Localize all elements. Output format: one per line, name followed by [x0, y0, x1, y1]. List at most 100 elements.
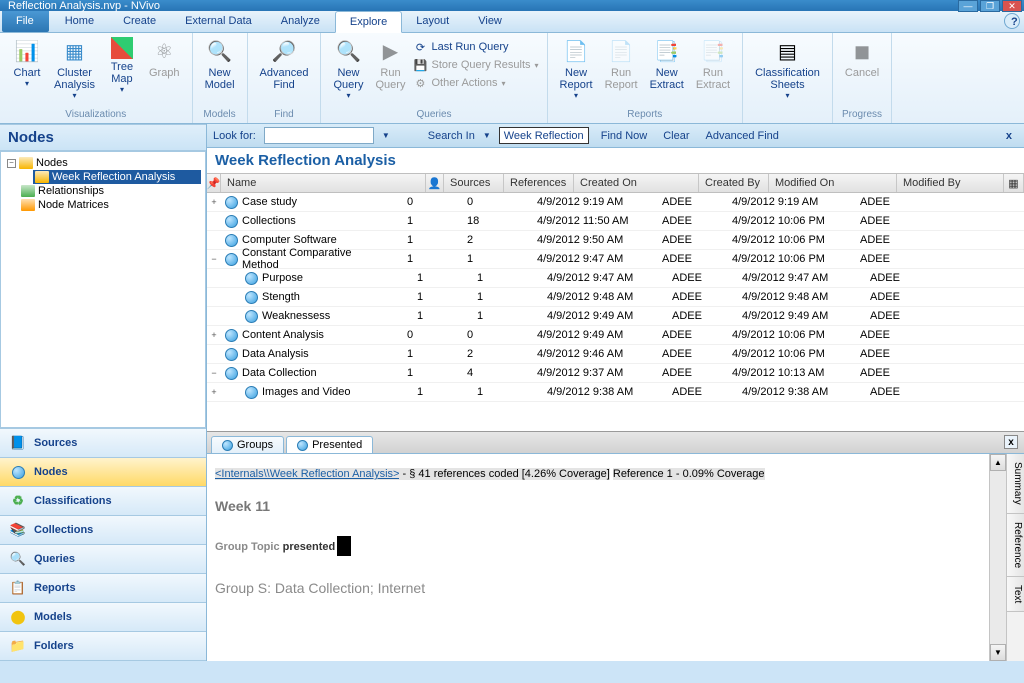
- classification-sheets-button[interactable]: ▤Classification Sheets▾: [749, 35, 826, 102]
- col-references[interactable]: References: [504, 174, 574, 192]
- tab-file[interactable]: File: [2, 11, 49, 32]
- sidetab-reference[interactable]: Reference: [1007, 514, 1024, 577]
- scroll-up-icon[interactable]: ▲: [990, 454, 1006, 471]
- minimize-button[interactable]: —: [958, 0, 978, 12]
- cluster-analysis-button[interactable]: ▦Cluster Analysis▾: [48, 35, 101, 102]
- run-report-button[interactable]: 📄Run Report: [599, 35, 644, 93]
- table-row[interactable]: +Content Analysis004/9/2012 9:49 AMADEE4…: [207, 326, 1024, 345]
- expand-icon[interactable]: −: [207, 254, 221, 264]
- col-sources[interactable]: Sources: [444, 174, 504, 192]
- cancel-button[interactable]: ◼Cancel: [839, 35, 885, 81]
- tab-analyze[interactable]: Analyze: [267, 11, 335, 32]
- new-query-button[interactable]: 🔍New Query▾: [327, 35, 369, 102]
- col-modifiedby[interactable]: Modified By: [897, 174, 1004, 192]
- table-row[interactable]: +Case study004/9/2012 9:19 AMADEE4/9/201…: [207, 193, 1024, 212]
- nav-folders[interactable]: 📁Folders: [0, 632, 206, 661]
- nav-reports[interactable]: 📋Reports: [0, 574, 206, 603]
- row-name: Images and Video: [221, 386, 393, 399]
- last-run-query-button[interactable]: ⟳Last Run Query: [411, 39, 540, 55]
- close-button[interactable]: ✕: [1002, 0, 1022, 12]
- tab-create[interactable]: Create: [109, 11, 171, 32]
- chart-button[interactable]: 📊Chart▾: [6, 35, 48, 90]
- nav-classifications[interactable]: ♻Classifications: [0, 487, 206, 516]
- col-modifiedon[interactable]: Modified On: [769, 174, 897, 192]
- scrollbar[interactable]: ▲ ▼: [989, 454, 1006, 661]
- maximize-button[interactable]: ❐: [980, 0, 1000, 12]
- queries-icon: 🔍: [10, 551, 26, 567]
- expand-icon[interactable]: −: [207, 368, 221, 378]
- table-row[interactable]: Stength114/9/2012 9:48 AMADEE4/9/2012 9:…: [207, 288, 1024, 307]
- new-report-button[interactable]: 📄New Report▾: [554, 35, 599, 102]
- nav-nodes[interactable]: Nodes: [0, 458, 206, 487]
- sheets-icon: ▤: [773, 37, 801, 65]
- run-query-button[interactable]: ▶Run Query: [369, 35, 411, 93]
- run-extract-button[interactable]: 📑Run Extract: [690, 35, 736, 93]
- expand-icon[interactable]: +: [207, 387, 221, 397]
- treemap-icon: [111, 37, 133, 59]
- lookfor-input[interactable]: [264, 127, 374, 144]
- tree-nodes[interactable]: −Nodes: [5, 156, 201, 170]
- detail-body[interactable]: <Internals\\Week Reflection Analysis> - …: [207, 454, 989, 661]
- dropdown-icon[interactable]: ▼: [382, 131, 390, 140]
- dropdown-icon[interactable]: ▼: [483, 131, 491, 140]
- other-actions-button[interactable]: ⚙Other Actions ▾: [411, 75, 540, 91]
- table-row[interactable]: −Data Collection144/9/2012 9:37 AMADEE4/…: [207, 364, 1024, 383]
- left-panel: Nodes −Nodes Week Reflection Analysis Re…: [0, 124, 207, 661]
- col-icon[interactable]: 👤: [426, 174, 444, 192]
- row-name: Stength: [221, 291, 393, 304]
- folder-icon: [35, 171, 49, 183]
- scroll-down-icon[interactable]: ▼: [990, 644, 1006, 661]
- col-options[interactable]: ▦: [1004, 174, 1024, 192]
- nav-sources[interactable]: 📘Sources: [0, 429, 206, 458]
- tab-explore[interactable]: Explore: [335, 11, 402, 33]
- new-extract-button[interactable]: 📑New Extract: [644, 35, 690, 93]
- sidetab-summary[interactable]: Summary: [1007, 454, 1024, 514]
- pin-column[interactable]: 📌: [207, 174, 221, 192]
- tab-view[interactable]: View: [464, 11, 517, 32]
- searchin-combo[interactable]: Week Reflection: [499, 127, 589, 144]
- tree-week-reflection[interactable]: Week Reflection Analysis: [33, 170, 201, 184]
- node-icon: [245, 291, 258, 304]
- nav-models[interactable]: ⬤Models: [0, 603, 206, 632]
- detail-close[interactable]: x: [1004, 435, 1018, 449]
- help-icon[interactable]: ?: [1004, 13, 1020, 29]
- advfind-button[interactable]: Advanced Find: [702, 130, 783, 142]
- graph-button[interactable]: ⚛Graph: [143, 35, 186, 81]
- tab-external-data[interactable]: External Data: [171, 11, 267, 32]
- row-name: Case study: [221, 196, 383, 209]
- store-query-results-button[interactable]: 💾Store Query Results ▾: [411, 57, 540, 73]
- findnow-button[interactable]: Find Now: [597, 130, 651, 142]
- nav-queries[interactable]: 🔍Queries: [0, 545, 206, 574]
- tree-map-button[interactable]: Tree Map▾: [101, 35, 143, 96]
- internals-link[interactable]: <Internals\\Week Reflection Analysis>: [215, 468, 399, 480]
- tab-groups[interactable]: Groups: [211, 436, 284, 453]
- tab-layout[interactable]: Layout: [402, 11, 464, 32]
- table-row[interactable]: +Images and Video114/9/2012 9:38 AMADEE4…: [207, 383, 1024, 402]
- row-name: Data Collection: [221, 367, 383, 380]
- tab-presented[interactable]: Presented: [286, 436, 373, 453]
- row-name: Computer Software: [221, 234, 383, 247]
- tab-home[interactable]: Home: [51, 11, 109, 32]
- advanced-find-button[interactable]: 🔎Advanced Find: [254, 35, 315, 93]
- clear-button[interactable]: Clear: [659, 130, 693, 142]
- table-row[interactable]: Purpose114/9/2012 9:47 AMADEE4/9/2012 9:…: [207, 269, 1024, 288]
- col-createdby[interactable]: Created By: [699, 174, 769, 192]
- new-model-button[interactable]: 🔍New Model: [199, 35, 241, 93]
- expand-icon[interactable]: +: [207, 197, 221, 207]
- table-row[interactable]: Collections1184/9/2012 11:50 AMADEE4/9/2…: [207, 212, 1024, 231]
- collapse-icon[interactable]: −: [7, 159, 16, 168]
- table-row[interactable]: Data Analysis124/9/2012 9:46 AMADEE4/9/2…: [207, 345, 1024, 364]
- table-row[interactable]: Weaknessess114/9/2012 9:49 AMADEE4/9/201…: [207, 307, 1024, 326]
- tree-relationships[interactable]: Relationships: [19, 184, 201, 198]
- nav-collections[interactable]: 📚Collections: [0, 516, 206, 545]
- expand-icon[interactable]: +: [207, 330, 221, 340]
- col-createdon[interactable]: Created On: [574, 174, 699, 192]
- tree-node-matrices[interactable]: Node Matrices: [19, 198, 201, 212]
- find-icon: 🔎: [270, 37, 298, 65]
- table-row[interactable]: −Constant Comparative Method114/9/2012 9…: [207, 250, 1024, 269]
- run-query-icon: ▶: [376, 37, 404, 65]
- findbar-close[interactable]: x: [1000, 130, 1018, 142]
- side-tabs: Summary Reference Text: [1006, 454, 1024, 661]
- sidetab-text[interactable]: Text: [1007, 577, 1024, 612]
- col-name[interactable]: Name: [221, 174, 426, 192]
